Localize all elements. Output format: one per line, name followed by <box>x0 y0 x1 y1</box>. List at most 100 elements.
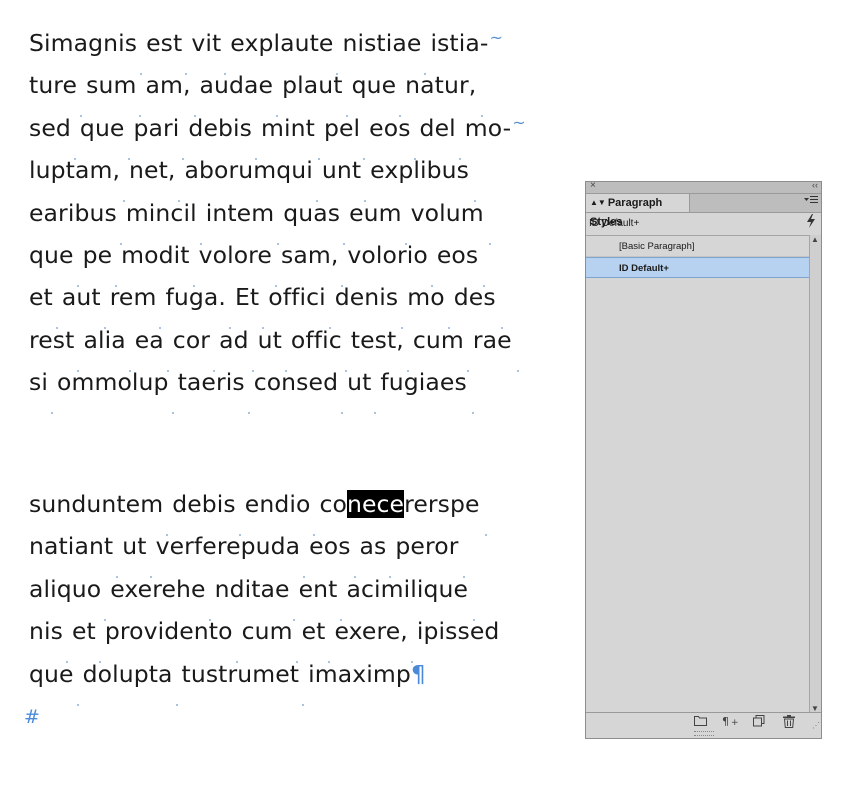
text-line: aliquo exerehe nditae ent acimilique <box>29 568 478 621</box>
resize-grip-icon[interactable]: ⋰ <box>812 721 820 730</box>
word: acimilique <box>346 574 469 603</box>
word: sum <box>86 71 137 100</box>
word: nis <box>29 617 63 646</box>
end-of-story-marker: # <box>24 706 40 728</box>
word: mincil <box>125 198 197 227</box>
selected-text[interactable]: nece <box>346 490 405 518</box>
text-line: que dolupta tustrumet imaximp¶ <box>29 653 426 706</box>
word: que <box>29 241 74 269</box>
word: ut <box>347 368 372 397</box>
word: nditae <box>214 574 290 603</box>
word: des <box>453 283 496 312</box>
discretionary-hyphen-marker: ~ <box>512 112 526 132</box>
word: aut <box>61 283 101 312</box>
word: verferepuda <box>155 532 301 561</box>
word: que <box>29 659 74 688</box>
style-list: [Basic Paragraph] ID Default+ <box>586 235 809 713</box>
panel-menu-icon[interactable] <box>804 195 818 208</box>
word: volum <box>410 198 484 227</box>
word: ipissed <box>416 617 500 646</box>
text-line: luptam, net, aborumqui unt explibus <box>29 149 479 203</box>
word: luptam, <box>29 156 121 185</box>
text-line: et aut rem fuga. Et offici denis mo des <box>29 276 506 330</box>
paragraph-styles-panel: × ‹‹ ▲▼ Paragraph Styles ID Default+ [Bas… <box>585 180 822 739</box>
word: taeris <box>177 368 245 397</box>
word: ut <box>122 532 147 561</box>
word: eos <box>309 532 351 561</box>
word: nistiae <box>342 29 422 57</box>
word: Et <box>234 283 260 312</box>
scroll-up-icon[interactable]: ▲ <box>811 235 819 244</box>
word: ent <box>298 574 338 603</box>
folder-icon[interactable] <box>694 715 707 729</box>
style-list-item[interactable]: [Basic Paragraph] <box>586 236 809 257</box>
text-line: rest alia ea cor ad ut offic test, cum rae <box>29 319 522 372</box>
style-list-item[interactable]: ID Default+ <box>586 257 809 278</box>
text-line: ture sum am, audae plaut que natur, <box>29 64 486 118</box>
word: cum <box>412 325 464 354</box>
word: pel <box>323 113 361 142</box>
word: rae <box>472 325 512 354</box>
word: aborumqui <box>184 156 313 185</box>
word: test, <box>350 325 404 354</box>
word: audae <box>199 71 274 100</box>
text-line: sed que pari debis mint pel eos del mo-~ <box>29 107 526 160</box>
word: cum <box>241 617 293 646</box>
svg-text:¶: ¶ <box>722 715 729 727</box>
word: providento <box>104 617 233 646</box>
word: sunduntem <box>29 490 164 518</box>
word: fugiaes <box>380 368 467 397</box>
word: consed <box>253 368 339 397</box>
collapse-icon[interactable]: ‹‹ <box>812 180 818 190</box>
word: que <box>79 113 125 142</box>
word: rest <box>29 325 75 354</box>
word: exerehe <box>110 574 206 603</box>
word: eos <box>436 241 479 269</box>
word: unt <box>321 156 362 185</box>
word: sed <box>29 113 71 142</box>
close-icon[interactable]: × <box>590 180 596 191</box>
word: alia <box>83 325 126 354</box>
word: exere, <box>334 617 408 646</box>
word: net, <box>129 156 176 185</box>
word: est <box>146 29 183 57</box>
word: ture <box>29 71 78 100</box>
lightning-icon[interactable] <box>806 213 816 235</box>
panel-titlebar[interactable]: × ‹‹ <box>586 180 821 194</box>
word: sam, <box>281 241 339 269</box>
word: plaut <box>282 71 343 100</box>
word: dolupta <box>82 659 173 688</box>
word: et <box>301 617 326 646</box>
new-style-icon[interactable] <box>753 715 765 730</box>
word: denis <box>334 283 399 312</box>
text-line: natiant ut verferepuda eos as peror <box>29 525 468 579</box>
word: istia- <box>430 29 489 57</box>
tab-paragraph-styles[interactable]: ▲▼ Paragraph Styles <box>586 194 690 228</box>
word: eum <box>349 198 402 227</box>
text-line: Simagnis est vit explaute nistiae istia-~ <box>29 22 503 75</box>
text-line: sunduntem debis endio conecererspe <box>29 483 490 536</box>
word: si <box>29 368 48 397</box>
text-line: que pe modit volore sam, volorio eos <box>29 234 488 287</box>
word: explaute <box>230 29 334 57</box>
trash-icon[interactable] <box>783 715 795 731</box>
scrollbar[interactable]: ▲ ▼ <box>809 235 821 713</box>
word: mo- <box>464 113 512 142</box>
word: rem <box>109 283 157 312</box>
word: natiant <box>29 532 114 561</box>
clear-overrides-icon[interactable]: ¶ + <box>722 715 740 730</box>
word: modit <box>121 241 190 269</box>
word: et <box>29 283 53 312</box>
text-line: si ommolup taeris consed ut fugiaes <box>29 361 477 415</box>
word: aliquo <box>29 574 102 603</box>
word: que <box>351 71 397 100</box>
word: debis <box>188 113 252 142</box>
drag-handle[interactable] <box>694 731 714 736</box>
current-style-label: ID Default+ <box>589 218 640 229</box>
word: mo <box>407 283 445 312</box>
word: volore <box>198 241 272 269</box>
word: pari <box>133 113 180 142</box>
current-style-row: ID Default+ <box>586 213 821 235</box>
text-line: nis et providento cum et exere, ipissed <box>29 610 500 664</box>
word: offic <box>290 325 342 354</box>
